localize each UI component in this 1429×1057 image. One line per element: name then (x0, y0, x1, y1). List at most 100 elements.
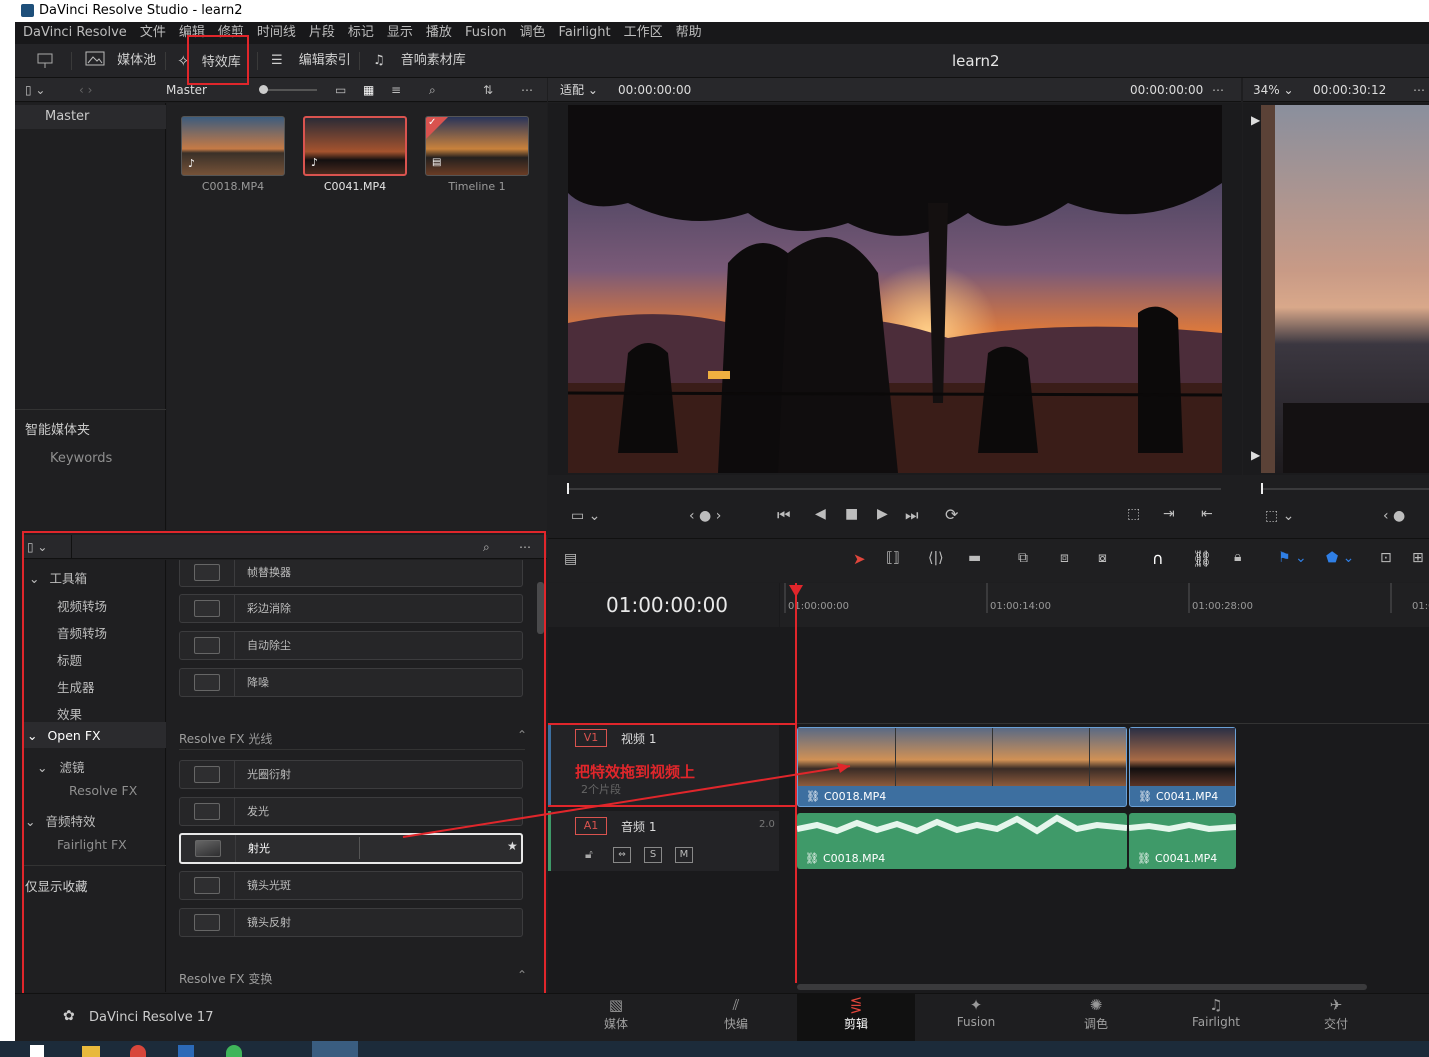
insert-clip-icon[interactable]: ⧉ (1018, 550, 1028, 566)
menu-item[interactable]: 文件 (140, 25, 166, 40)
menu-item[interactable]: 调色 (520, 25, 546, 40)
more-options-icon[interactable]: ⋯ (1413, 78, 1425, 102)
go-to-end-icon[interactable]: ⏭ (905, 506, 919, 524)
viewer-mode-icon[interactable]: ⬚ ⌄ (1265, 508, 1294, 524)
time-ruler[interactable]: 01:00:00:00 01:00:14:00 01:00:28:00 01:0… (780, 583, 1429, 627)
overwrite-clip-icon[interactable]: ⧈ (1060, 550, 1069, 566)
selection-tool-icon[interactable]: ➤ (853, 550, 866, 568)
timeline-thumbnail[interactable]: ✓ ▤ (425, 116, 529, 176)
more-options-icon[interactable]: ⋯ (521, 78, 533, 102)
menu-item[interactable]: 工作区 (624, 25, 663, 40)
edit-index-button[interactable]: ☰ 编辑索引 (271, 44, 351, 78)
track-id[interactable]: A1 (575, 817, 607, 835)
workspace-layout-icon[interactable] (35, 44, 55, 78)
audio-clip[interactable]: ⛓ C0018.MP4 (796, 813, 1128, 869)
more-options-icon[interactable]: ⋯ (1212, 78, 1224, 102)
wechat-icon[interactable] (226, 1045, 242, 1057)
timeline-viewer[interactable]: ▶ ▶ (1243, 103, 1429, 475)
marker-icon[interactable]: ⬟ ⌄ (1326, 550, 1354, 566)
source-playhead[interactable] (567, 483, 569, 494)
page-edit[interactable]: ⋚ 剪辑 (797, 993, 915, 1041)
timeline-scrubber[interactable] (1261, 488, 1429, 490)
playhead-marker-icon[interactable] (789, 585, 803, 597)
slider-handle[interactable] (259, 85, 268, 94)
smart-bin-keywords[interactable]: Keywords (50, 451, 112, 466)
solo-button[interactable]: S (644, 847, 662, 863)
auto-select-icon[interactable]: ⇔ (613, 847, 631, 863)
window-title: DaVinci Resolve Studio - learn2 (39, 3, 243, 18)
link-icon: ⛓ (806, 790, 820, 803)
menu-item[interactable]: 帮助 (676, 25, 702, 40)
page-deliver[interactable]: ✈ 交付 (1277, 993, 1395, 1041)
replace-clip-icon[interactable]: ⧇ (1098, 550, 1107, 566)
trim-tool-icon[interactable]: ⟦⟧ (886, 550, 900, 566)
timeline-view-options-icon[interactable]: ▤ (564, 551, 577, 567)
zoom-custom-icon[interactable]: ⊞ (1412, 550, 1424, 566)
source-viewer[interactable] (548, 103, 1242, 475)
horizontal-scrollbar[interactable] (797, 984, 1367, 990)
match-frame-icon[interactable]: ⬚ (1127, 506, 1140, 522)
jog-control-icon[interactable]: ‹ ● › (689, 508, 721, 524)
thumbnail-view-icon[interactable]: ▦ (363, 78, 374, 102)
source-scrubber[interactable] (567, 488, 1221, 490)
go-to-start-icon[interactable]: ⏮ (777, 506, 791, 524)
panel-toggle-icon[interactable]: ▯ ⌄ (25, 78, 45, 102)
sort-icon[interactable]: ⇅ (483, 78, 493, 102)
track-name[interactable]: 音频 1 (621, 818, 656, 835)
menu-item[interactable]: 时间线 (257, 25, 296, 40)
metadata-view-icon[interactable]: ▭ (335, 78, 346, 102)
jog-control-icon[interactable]: ‹ ● (1383, 508, 1405, 524)
nav-arrows-icon[interactable]: ‹ › (79, 78, 92, 102)
chrome-icon[interactable] (130, 1045, 146, 1057)
blade-tool-icon[interactable]: ▬ (968, 550, 981, 566)
mute-button[interactable]: M (675, 847, 693, 863)
timeline-playhead[interactable] (1261, 483, 1263, 494)
clip-thumbnail-selected[interactable]: ♪ (303, 116, 407, 176)
fit-dropdown[interactable]: 适配 ⌄ (560, 78, 598, 102)
stop-icon[interactable]: ■ (845, 506, 858, 522)
audio-icon: ♪ (311, 156, 319, 169)
linked-selection-icon[interactable]: ⛓ (1192, 549, 1212, 568)
page-fusion[interactable]: ✦ Fusion (917, 993, 1035, 1041)
thumbnail-size-slider[interactable] (261, 89, 317, 91)
bin-master[interactable]: Master (15, 105, 166, 129)
menu-item[interactable]: 标记 (348, 25, 374, 40)
position-lock-icon[interactable]: 🔒︎ (1234, 549, 1241, 565)
video-clip[interactable]: ⛓ C0018.MP4 (797, 727, 1127, 807)
clip-thumbnail[interactable]: ♪ (181, 116, 285, 176)
media-pool-button[interactable]: 媒体池 (85, 44, 156, 78)
file-explorer-icon[interactable] (82, 1046, 100, 1057)
dynamic-trim-icon[interactable]: ⟨|⟩ (928, 550, 944, 566)
list-view-icon[interactable]: ≡ (391, 78, 401, 102)
search-icon[interactable]: ⌕ (429, 78, 436, 102)
sound-library-button[interactable]: ♫ 音响素材库 (373, 44, 466, 78)
reverse-icon[interactable]: ◀ (815, 506, 826, 522)
media-page-icon: ▧ (608, 996, 624, 1014)
menu-item[interactable]: Fusion (465, 25, 507, 40)
mark-out-icon[interactable]: ⇤ (1201, 506, 1213, 522)
page-media[interactable]: ▧ 媒体 (557, 993, 675, 1041)
app-icon[interactable] (178, 1045, 194, 1057)
page-cut[interactable]: ⫽ 快编 (677, 993, 795, 1041)
lock-icon[interactable]: 🔓︎ (585, 847, 593, 862)
flag-icon[interactable]: ⚑ ⌄ (1278, 550, 1307, 566)
zoom-timeline-icon[interactable]: ⊡ (1380, 550, 1392, 566)
page-fairlight[interactable]: ♫ Fairlight (1157, 993, 1275, 1041)
zoom-dropdown[interactable]: 34% ⌄ (1253, 78, 1294, 102)
play-icon[interactable]: ▶ (877, 506, 888, 522)
resolve-taskbar-icon[interactable] (312, 1041, 358, 1057)
menu-item[interactable]: 显示 (387, 25, 413, 40)
snapping-icon[interactable]: ∩ (1152, 549, 1164, 568)
viewer-mode-icon[interactable]: ▭ ⌄ (571, 508, 600, 524)
video-clip[interactable]: ⛓ C0041.MP4 (1129, 727, 1236, 807)
menu-item[interactable]: Fairlight (559, 25, 611, 40)
menu-item[interactable]: 播放 (426, 25, 452, 40)
menu-item[interactable]: DaVinci Resolve (23, 25, 127, 40)
page-color[interactable]: ✺ 调色 (1037, 993, 1155, 1041)
audio-clip[interactable]: ⛓ C0041.MP4 (1128, 813, 1237, 869)
menu-item[interactable]: 片段 (309, 25, 335, 40)
mark-in-icon[interactable]: ⇥ (1163, 506, 1175, 522)
loop-icon[interactable]: ⟳ (945, 505, 958, 524)
highlight-effects-button (187, 35, 249, 85)
windows-start-icon[interactable] (30, 1045, 44, 1057)
